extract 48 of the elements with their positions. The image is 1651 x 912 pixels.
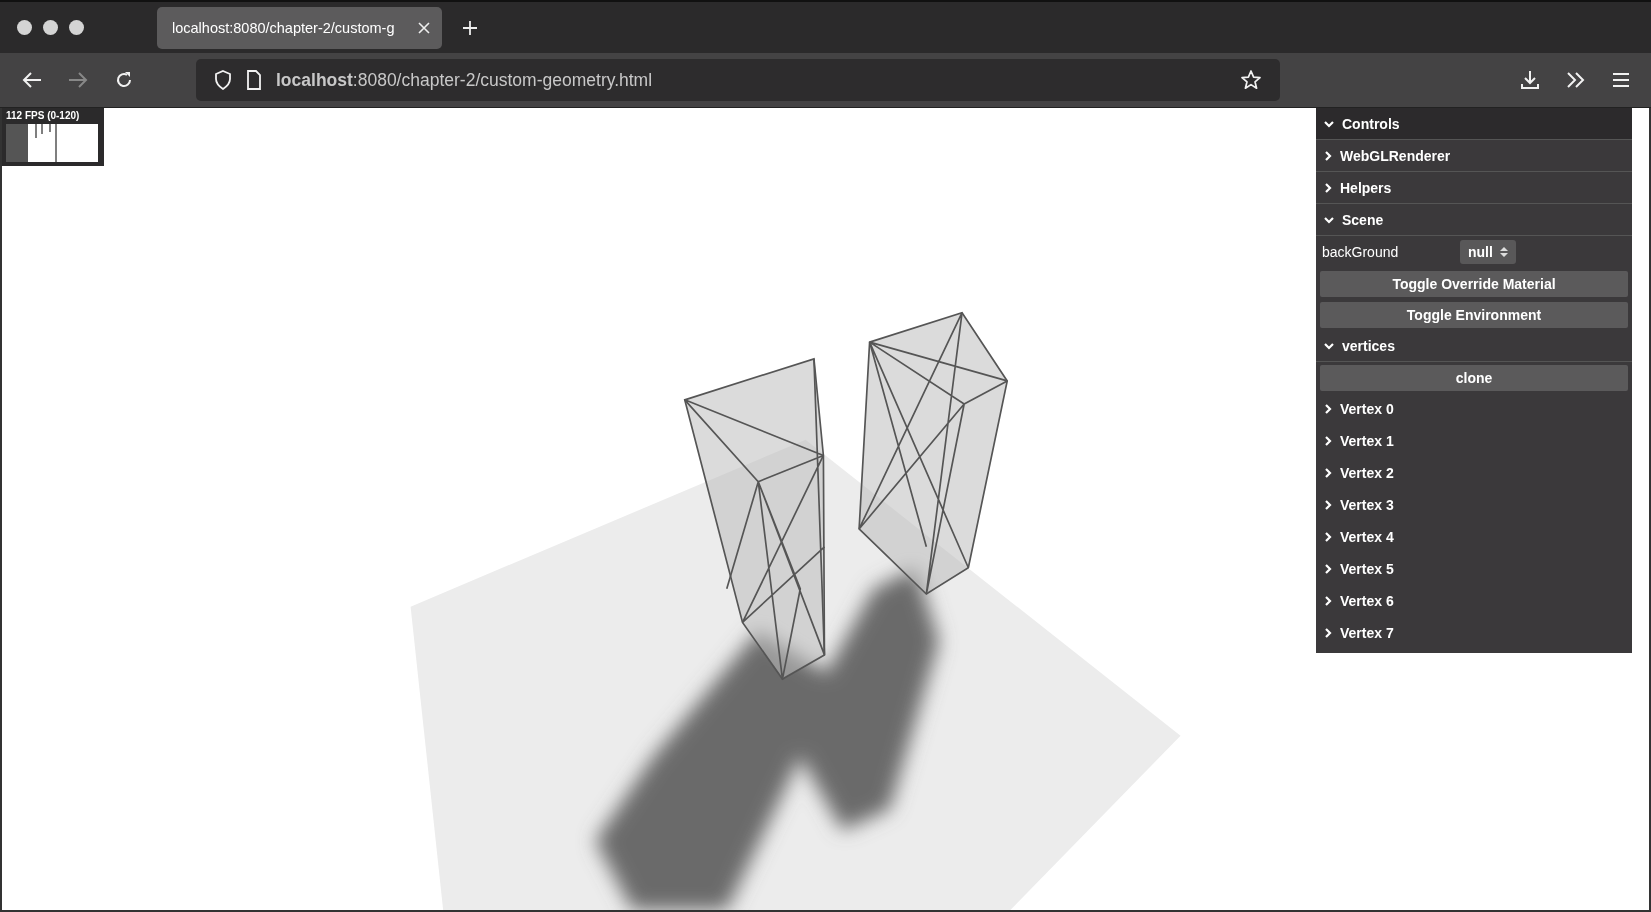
chevron-right-icon	[1324, 532, 1332, 542]
folder-header[interactable]: Vertex 6	[1316, 585, 1632, 617]
browser-tab[interactable]: localhost:8080/chapter-2/custom-g	[157, 6, 442, 49]
chevron-right-icon	[1324, 596, 1332, 606]
window-zoom-dot[interactable]	[69, 20, 84, 35]
chevron-right-icon	[1324, 564, 1332, 574]
window-close-dot[interactable]	[17, 20, 32, 35]
double-chevron-icon[interactable]	[1565, 70, 1587, 90]
chevron-down-icon	[1324, 119, 1334, 128]
folder-header[interactable]: Vertex 7	[1316, 617, 1632, 649]
address-bar[interactable]: localhost:8080/chapter-2/custom-geometry.html	[196, 59, 1280, 101]
folder-header[interactable]: vertices	[1316, 330, 1632, 362]
chevron-right-icon	[1324, 182, 1332, 193]
chevron-right-icon	[1324, 468, 1332, 478]
chevron-down-icon	[1324, 341, 1334, 350]
chevron-right-icon	[1324, 436, 1332, 446]
back-icon[interactable]	[22, 71, 42, 89]
folder-header[interactable]: Helpers	[1316, 172, 1632, 204]
folder-header[interactable]: Vertex 5	[1316, 553, 1632, 585]
chevron-right-icon	[1324, 404, 1332, 414]
fps-label: 112 FPS (0-120)	[6, 109, 81, 123]
shield-icon[interactable]	[214, 70, 232, 90]
chevron-down-icon	[1324, 215, 1334, 224]
updown-icon	[1499, 246, 1508, 258]
folder-header[interactable]: Scene	[1316, 204, 1632, 236]
folder-header[interactable]: Vertex 1	[1316, 425, 1632, 457]
download-icon[interactable]	[1519, 69, 1541, 91]
reload-icon[interactable]	[114, 70, 134, 90]
select-field[interactable]: null	[1460, 240, 1516, 264]
folder-header[interactable]: Vertex 4	[1316, 521, 1632, 553]
field-label: backGround	[1322, 244, 1400, 260]
menu-icon[interactable]	[1611, 71, 1631, 89]
close-icon[interactable]	[418, 21, 430, 34]
star-icon[interactable]	[1240, 69, 1262, 91]
folder-header[interactable]: Vertex 0	[1316, 393, 1632, 425]
chevron-right-icon	[1324, 150, 1332, 161]
chevron-right-icon	[1324, 628, 1332, 638]
panel-button[interactable]: clone	[1320, 364, 1628, 391]
panel-button[interactable]: Toggle Environment	[1320, 301, 1628, 328]
new-tab-icon[interactable]	[462, 19, 478, 36]
window-minimize-dot[interactable]	[43, 20, 58, 35]
folder-header[interactable]: Vertex 3	[1316, 489, 1632, 521]
panel-button[interactable]: Toggle Override Material	[1320, 270, 1628, 297]
chevron-right-icon	[1324, 500, 1332, 510]
folder-header[interactable]: Vertex 2	[1316, 457, 1632, 489]
page-icon	[246, 70, 262, 90]
folder-header[interactable]: Controls	[1316, 108, 1632, 140]
folder-header[interactable]: WebGLRenderer	[1316, 140, 1632, 172]
